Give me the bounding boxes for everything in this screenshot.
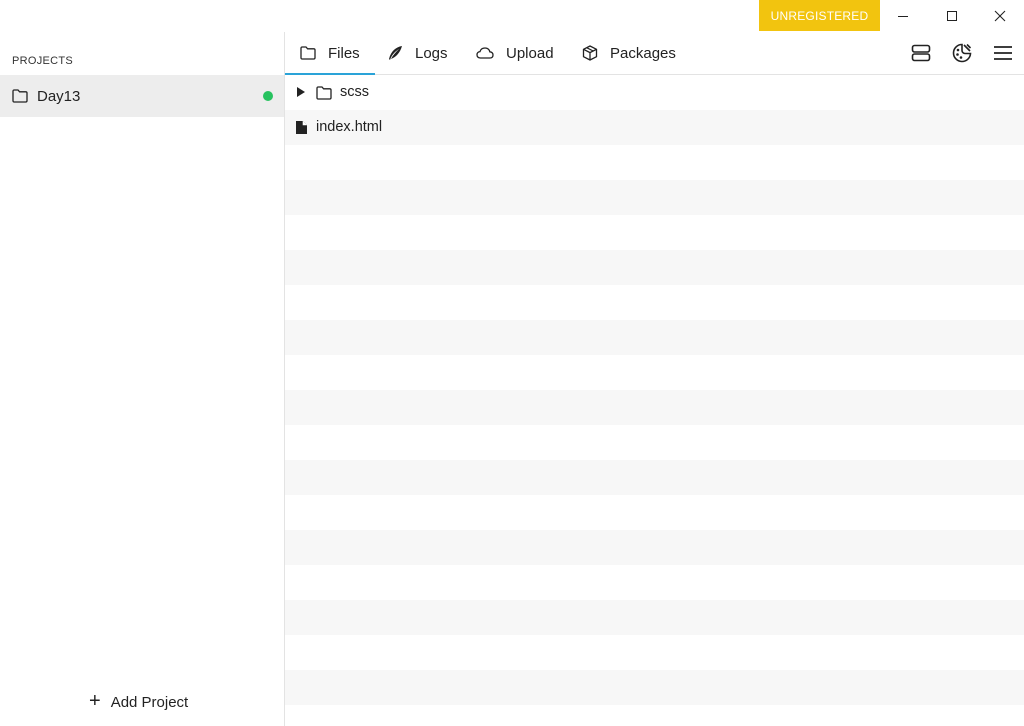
folder-icon bbox=[316, 86, 332, 100]
maximize-button[interactable] bbox=[929, 0, 975, 31]
palette-icon bbox=[952, 43, 972, 63]
expand-arrow-icon[interactable] bbox=[296, 86, 306, 98]
server-icon bbox=[911, 44, 931, 62]
tab-label: Upload bbox=[506, 44, 554, 62]
file-icon bbox=[296, 121, 307, 134]
tab-files[interactable]: Files bbox=[285, 32, 375, 75]
plus-icon: + bbox=[89, 690, 101, 712]
add-project-label: Add Project bbox=[110, 694, 189, 711]
maximize-icon bbox=[947, 10, 957, 21]
tab-logs[interactable]: Logs bbox=[387, 32, 448, 74]
theme-button[interactable] bbox=[949, 40, 975, 66]
minimize-button[interactable] bbox=[880, 0, 926, 31]
package-icon bbox=[582, 45, 598, 61]
tab-packages[interactable]: Packages bbox=[582, 32, 676, 74]
folder-row-scss[interactable]: scss bbox=[285, 75, 1024, 110]
folder-icon bbox=[12, 89, 28, 103]
minimize-icon bbox=[898, 15, 908, 17]
feather-icon bbox=[389, 46, 402, 60]
project-item-day13[interactable]: Day13 bbox=[0, 75, 284, 117]
tab-upload[interactable]: Upload bbox=[476, 32, 554, 74]
tab-label: Packages bbox=[610, 44, 676, 62]
folder-icon bbox=[300, 46, 316, 60]
file-name: scss bbox=[340, 84, 369, 100]
cloud-icon bbox=[476, 47, 494, 59]
sidebar: PROJECTS Day13 + Add Project bbox=[0, 32, 285, 726]
tab-label: Files bbox=[328, 44, 360, 62]
close-button[interactable] bbox=[977, 0, 1023, 31]
menu-button[interactable] bbox=[990, 40, 1016, 66]
tab-label: Logs bbox=[415, 44, 448, 62]
project-status-dot bbox=[263, 91, 273, 101]
close-icon bbox=[994, 10, 1006, 21]
projects-heading: PROJECTS bbox=[12, 55, 74, 67]
file-name: index.html bbox=[316, 119, 383, 135]
menu-icon bbox=[994, 46, 1012, 60]
title-bar: UNREGISTERED bbox=[0, 0, 1024, 32]
file-list: scss index.html bbox=[285, 75, 1024, 726]
project-name: Day13 bbox=[37, 88, 81, 105]
file-row-index-html[interactable]: index.html bbox=[285, 110, 1024, 145]
add-project-button[interactable]: + Add Project bbox=[89, 690, 189, 712]
server-button[interactable] bbox=[908, 40, 934, 66]
unregistered-badge[interactable]: UNREGISTERED bbox=[759, 0, 880, 31]
main-tabs: Files Logs Upload Packages bbox=[285, 32, 1024, 75]
